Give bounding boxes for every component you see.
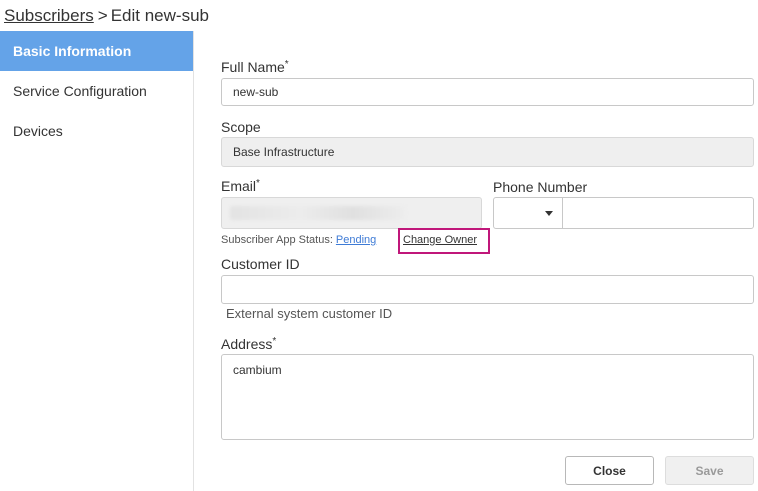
change-owner-link[interactable]: Change Owner [403,234,477,246]
phone-number-label: Phone Number [493,179,588,195]
save-button[interactable]: Save [665,456,754,485]
phone-number-input[interactable] [564,198,753,228]
subscriber-app-status: Subscriber App Status: Pending [221,234,376,246]
sidebar-item-service-configuration[interactable]: Service Configuration [0,71,193,111]
breadcrumb-subscribers-link[interactable]: Subscribers [4,6,94,25]
country-code-select[interactable] [494,198,563,228]
chevron-down-icon [545,211,553,216]
basic-information-form: Full Name* new-sub Scope Base Infrastruc… [221,0,754,491]
phone-number-group [493,197,754,229]
full-name-label: Full Name* [221,59,289,75]
scope-label: Scope [221,119,261,135]
address-textarea[interactable]: cambium [221,354,754,440]
close-button[interactable]: Close [565,456,654,485]
full-name-input[interactable]: new-sub [221,78,754,106]
address-value: cambium [233,363,282,377]
email-label: Email* [221,178,260,194]
breadcrumb-separator: > [97,6,108,25]
sidebar: Basic Information Service Configuration … [0,31,194,491]
email-field[interactable] [221,197,482,229]
sidebar-item-basic-information[interactable]: Basic Information [0,31,193,71]
scope-value: Base Infrastructure [233,145,335,159]
customer-id-helper-text: External system customer ID [226,306,393,321]
full-name-value: new-sub [233,85,279,99]
address-label: Address* [221,336,277,352]
email-redacted-value [230,206,406,220]
customer-id-label: Customer ID [221,256,300,272]
customer-id-input[interactable] [221,275,754,304]
breadcrumb: Subscribers > Edit new-sub [4,6,209,28]
sidebar-item-devices[interactable]: Devices [0,111,193,151]
page-title: Edit new-sub [110,6,209,25]
subscriber-app-status-label: Subscriber App Status: [221,234,333,246]
pending-status-link[interactable]: Pending [336,234,376,246]
scope-field: Base Infrastructure [221,137,754,167]
